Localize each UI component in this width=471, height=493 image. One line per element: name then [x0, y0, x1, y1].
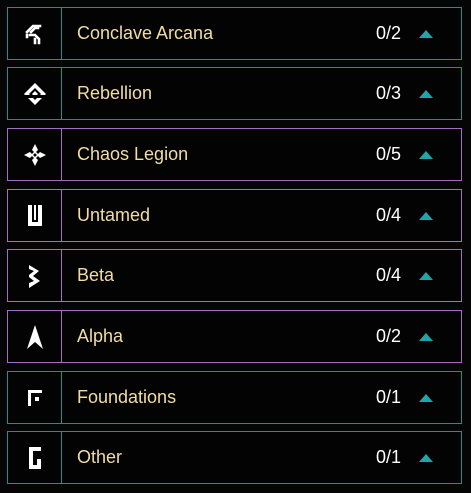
edition-row-beta[interactable]: Beta 0/4 [7, 249, 462, 302]
edition-count: 0/4 [375, 265, 401, 285]
edition-count: 0/5 [375, 144, 401, 164]
chevron-up-icon[interactable] [419, 250, 461, 301]
edition-count: 0/4 [375, 205, 401, 225]
icon-cell [8, 250, 62, 301]
chevron-up-icon[interactable] [419, 432, 461, 483]
edition-count: 0/2 [375, 326, 401, 346]
conclave-arcana-icon [24, 24, 41, 44]
edition-row-rebellion[interactable]: Rebellion 0/3 [7, 67, 462, 120]
edition-count: 0/2 [375, 23, 401, 43]
chevron-up-icon[interactable] [419, 8, 461, 59]
chevron-up-icon[interactable] [419, 129, 461, 180]
beta-icon [28, 264, 40, 288]
chevron-up-icon[interactable] [419, 372, 461, 423]
edition-row-untamed[interactable]: Untamed 0/4 [7, 189, 462, 242]
chevron-up-icon[interactable] [419, 311, 461, 362]
alpha-icon [26, 324, 43, 349]
chevron-up-icon[interactable] [419, 190, 461, 241]
edition-name: Foundations [77, 387, 177, 407]
edition-count: 0/1 [375, 447, 401, 467]
icon-cell [8, 432, 62, 483]
edition-row-chaos-legion[interactable]: Chaos Legion 0/5 [7, 128, 462, 181]
icon-cell [8, 8, 62, 59]
icon-cell [8, 372, 62, 423]
edition-count: 0/1 [375, 387, 401, 407]
untamed-icon [27, 204, 42, 226]
icon-cell [8, 68, 62, 119]
edition-name: Other [77, 447, 123, 467]
rebellion-icon [23, 82, 46, 105]
edition-name: Conclave Arcana [77, 23, 214, 43]
edition-row-alpha[interactable]: Alpha 0/2 [7, 310, 462, 363]
edition-name: Untamed [77, 205, 151, 225]
edition-list: Conclave Arcana 0/2 Rebellion 0/3 Chaos … [0, 0, 471, 493]
icon-cell [8, 311, 62, 362]
other-icon [28, 446, 41, 469]
icon-cell [8, 190, 62, 241]
icon-cell [8, 129, 62, 180]
edition-row-conclave-arcana[interactable]: Conclave Arcana 0/2 [7, 7, 462, 60]
edition-name: Beta [77, 265, 115, 285]
edition-name: Rebellion [77, 83, 153, 103]
edition-row-foundations[interactable]: Foundations 0/1 [7, 371, 462, 424]
edition-row-other[interactable]: Other 0/1 [7, 431, 462, 484]
chaos-legion-icon [23, 143, 46, 166]
edition-count: 0/3 [375, 83, 401, 103]
chevron-up-icon[interactable] [419, 68, 461, 119]
edition-name: Chaos Legion [77, 144, 189, 164]
foundations-icon [27, 389, 42, 406]
edition-name: Alpha [77, 326, 124, 346]
